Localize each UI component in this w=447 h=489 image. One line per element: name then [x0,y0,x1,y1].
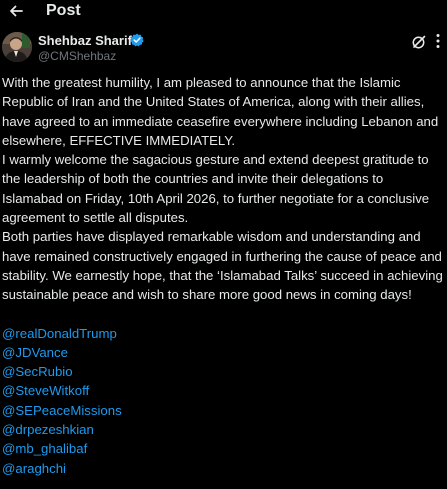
post-text: With the greatest humility, I am pleased… [2,73,446,478]
mention-link[interactable]: @SEPeaceMissions [2,401,446,420]
more-options-button[interactable] [431,32,445,50]
page-title: Post [46,2,81,19]
top-bar: Post [0,0,447,24]
mention-link[interactable]: @drpezeshkian [2,420,446,439]
avatar-image [2,32,32,62]
avatar[interactable] [2,32,32,62]
grok-button[interactable] [411,34,427,50]
back-button[interactable] [4,0,28,22]
author-handle[interactable]: @CMShehbaz [38,49,116,63]
post-paragraph: With the greatest humility, I am pleased… [2,75,439,148]
post-paragraph: Both parties have displayed remarkable w… [2,229,443,303]
mention-link[interactable]: @JDVance [2,343,446,362]
mention-link[interactable]: @SteveWitkoff [2,381,446,400]
mention-list: @realDonaldTrump @JDVance @SecRubio @Ste… [2,324,446,478]
mention-link[interactable]: @realDonaldTrump [2,324,446,343]
more-vertical-icon [436,34,440,48]
grok-icon [412,35,426,49]
post-paragraph: I warmly welcome the sagacious gesture a… [2,152,430,226]
mention-link[interactable]: @SecRubio [2,362,446,381]
author-name[interactable]: Shehbaz Sharif [38,33,132,48]
mention-link[interactable]: @araghchi [2,459,446,478]
arrow-left-icon [10,5,23,17]
verified-badge-icon [130,33,144,47]
mention-link[interactable]: @mb_ghalibaf [2,439,446,458]
post-author: Shehbaz Sharif @CMShehbaz [0,28,447,68]
